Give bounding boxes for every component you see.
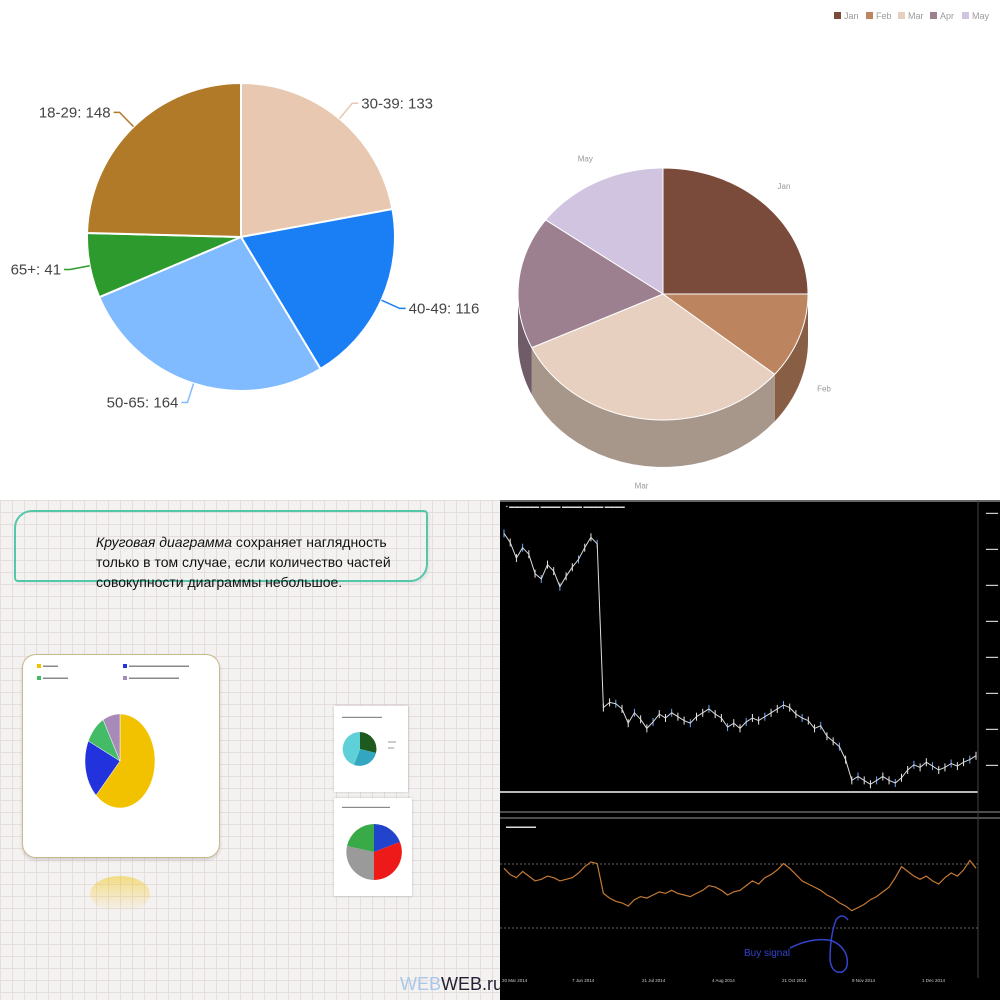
monthly-3d-pie-chart: JanFebMarAprMay JanFebMarAprMay (500, 0, 1000, 500)
brand-logo-text: WEB.ru (441, 974, 500, 994)
age-pie-chart: 30-39: 133 40-49: 116 50-65: 164 65+: 41 18-… (0, 0, 500, 500)
legend-swatch (898, 12, 905, 19)
date-tick: 7 Jun 2014 (572, 978, 595, 983)
date-tick: 9 Nov 2014 (852, 978, 876, 983)
buy-signal-arrow (789, 915, 849, 973)
callout-text: Круговая диаграмма сохраняет наглядность… (96, 532, 396, 592)
pie-data-label: 65+: 41 (11, 261, 61, 278)
brand-logo-faded: WEB (400, 974, 442, 994)
pie-leader-line (181, 383, 195, 404)
legend-swatch (866, 12, 873, 19)
legend-label: Jan (844, 11, 859, 21)
pie-leader-line (113, 111, 135, 128)
pie-leader-line (381, 299, 406, 310)
pie3d-label: Feb (817, 384, 831, 393)
date-tick: 1 Dec 2014 (922, 978, 946, 983)
date-tick: 4 Aug 2014 (712, 978, 735, 983)
price-chart-svg (500, 500, 1000, 978)
buy-signal-label: Buy signal (744, 948, 791, 959)
pie-panel: ▬▬▬ ▬▬▬▬▬▬▬▬▬▬▬▬ ▬▬▬▬▬ ▬▬▬▬▬▬▬▬▬▬ (22, 654, 220, 858)
brand-logo: WEBWEB.ru (400, 974, 500, 995)
pie3d-label: May (578, 155, 593, 164)
pie-data-label: 50-65: 164 (107, 395, 179, 412)
callout-emphasis: Круговая диаграмма (96, 534, 233, 550)
price-series-line (503, 533, 977, 785)
mini-card-1: ▬▬▬▬▬▬▬▬▬▬ (334, 706, 408, 792)
pie-leader-line (338, 102, 359, 120)
presentation-slide: Круговая диаграмма сохраняет наглядность… (0, 500, 500, 1000)
pie-leader-line (64, 265, 90, 271)
legend-swatch (962, 12, 969, 19)
rsi-series-line (503, 859, 977, 912)
callout-box: Круговая диаграмма сохраняет наглядность… (14, 510, 428, 590)
date-tick: 21 Jul 2014 (642, 978, 666, 983)
legend-label: Mar (908, 11, 924, 21)
legend-swatch (930, 12, 937, 19)
legend-label: Feb (876, 11, 892, 21)
pie-data-label: 30-39: 133 (361, 95, 433, 112)
date-tick: 21 Oct 2014 (782, 978, 807, 983)
pie3d-label: Mar (635, 482, 649, 491)
monthly-3d-pie-svg: JanFebMarAprMay JanFebMarAprMay (517, 11, 990, 491)
price-chart-window: ▪ ▬▬▬▬▬▬ ▬▬▬▬ ▬▬▬▬ ▬▬▬▬ ▬▬▬▬ ▬▬▬ ▬▬▬ ▬▬▬… (500, 500, 1000, 1000)
panel-pie-svg (84, 713, 156, 809)
legend-label: May (972, 11, 990, 21)
mini-pie-1 (342, 731, 396, 766)
pie-data-label: 18-29: 148 (39, 104, 111, 121)
date-tick: 20 Mar 2014 (502, 978, 528, 983)
mini-pie-2 (346, 824, 402, 880)
pie3d-label: Jan (778, 182, 791, 191)
panel-reflection (90, 876, 150, 912)
pie-data-label: 40-49: 116 (409, 300, 480, 317)
age-pie-svg: 30-39: 133 40-49: 116 50-65: 164 65+: 41 18-… (11, 81, 480, 412)
date-axis: 20 Mar 2014 7 Jun 2014 21 Jul 2014 4 Aug… (500, 978, 978, 990)
mini-card-2: ▬▬▬▬▬▬▬▬▬▬▬▬ (334, 798, 412, 896)
legend-label: Apr (940, 11, 954, 21)
legend-swatch (834, 12, 841, 19)
